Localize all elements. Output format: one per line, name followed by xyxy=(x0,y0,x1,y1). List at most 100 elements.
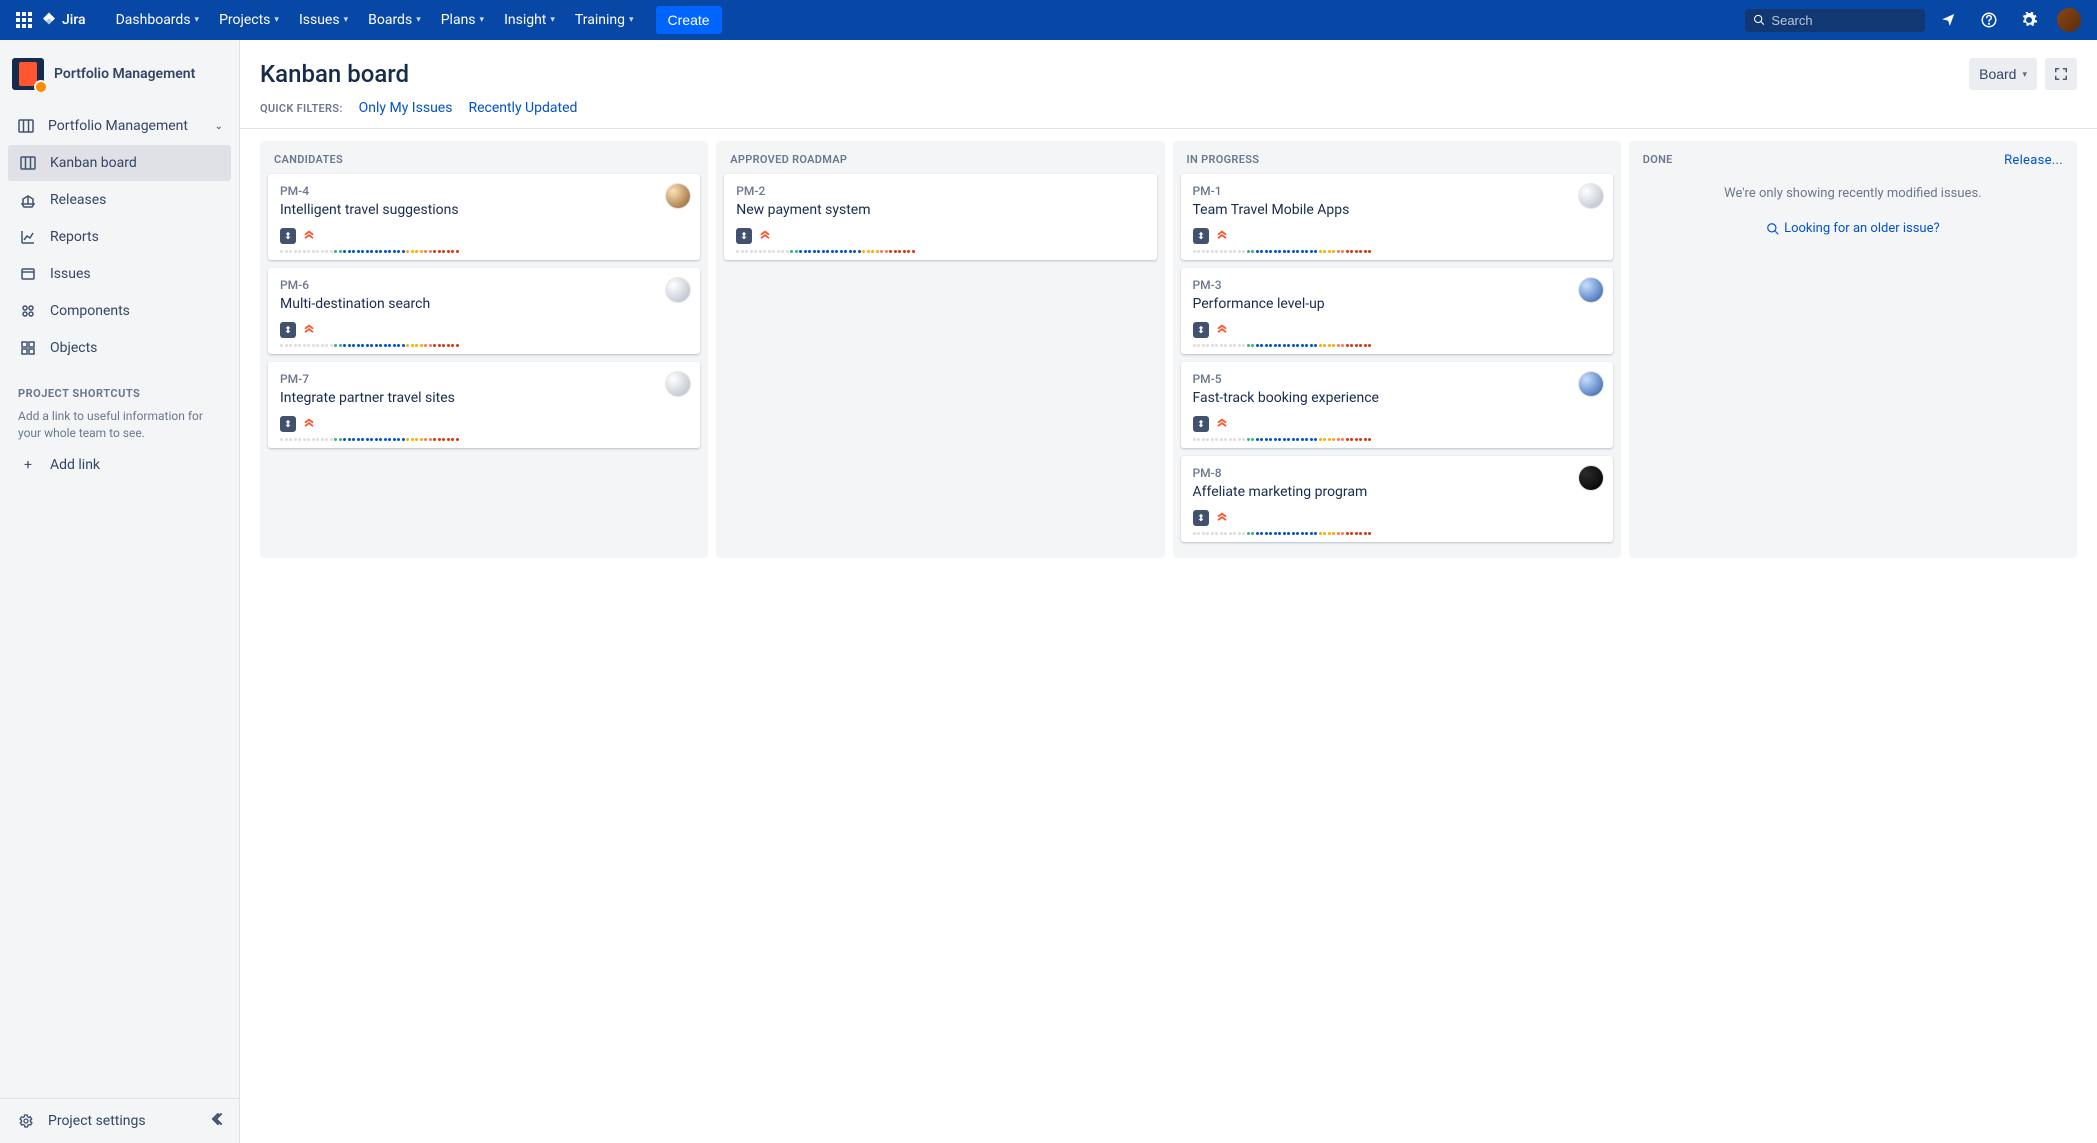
progress-bar xyxy=(280,438,688,442)
nav-item-label: Boards xyxy=(368,12,412,28)
sidebar-item-components[interactable]: Components xyxy=(8,293,231,329)
avatar-icon xyxy=(2057,8,2081,32)
card-key: PM-1 xyxy=(1193,184,1601,198)
card-key: PM-2 xyxy=(736,184,1144,198)
sidebar-item-reports[interactable]: Reports xyxy=(8,219,231,255)
card-key: PM-3 xyxy=(1193,278,1601,292)
progress-bar xyxy=(280,344,688,348)
quick-filter-recently-updated[interactable]: Recently Updated xyxy=(468,100,577,116)
topnav-right xyxy=(1745,4,2085,36)
help-icon[interactable] xyxy=(1973,4,2005,36)
older-issue-link[interactable]: Looking for an older issue? xyxy=(1766,221,1940,236)
project-icon xyxy=(12,58,44,90)
shortcuts-description: Add a link to useful information for you… xyxy=(8,404,231,446)
priority-highest-icon xyxy=(302,229,316,243)
fullscreen-button[interactable] xyxy=(2045,58,2077,90)
project-header[interactable]: Portfolio Management xyxy=(0,58,239,104)
column-candidates: CANDIDATES PM-4 Intelligent travel sugge… xyxy=(260,141,708,558)
card-title: Integrate partner travel sites xyxy=(280,390,688,406)
kanban-card[interactable]: PM-8 Affeliate marketing program xyxy=(1181,456,1613,542)
card-title: New payment system xyxy=(736,202,1144,218)
kanban-card[interactable]: PM-3 Performance level-up xyxy=(1181,268,1613,354)
progress-bar xyxy=(1193,250,1601,254)
kanban-card[interactable]: PM-1 Team Travel Mobile Apps xyxy=(1181,174,1613,260)
board-dropdown-button[interactable]: Board ▾ xyxy=(1969,58,2037,90)
nav-item-issues[interactable]: Issues ▾ xyxy=(289,0,358,40)
topnav-left: Jira Dashboards▾Projects▾Issues▾Boards▾P… xyxy=(12,0,722,40)
issue-type-epic-icon xyxy=(280,322,296,338)
nav-item-training[interactable]: Training ▾ xyxy=(565,0,644,40)
sidebar-item-label: Components xyxy=(50,303,130,319)
chevron-down-icon: ▾ xyxy=(195,15,200,25)
card-key: PM-5 xyxy=(1193,372,1601,386)
priority-highest-icon xyxy=(302,417,316,431)
progress-bar xyxy=(1193,438,1601,442)
nav-item-label: Dashboards xyxy=(116,12,191,28)
sidebar-item-objects[interactable]: Objects xyxy=(8,330,231,366)
search-icon xyxy=(1753,13,1765,27)
sidebar-item-label: Kanban board xyxy=(50,155,137,171)
nav-item-plans[interactable]: Plans▾ xyxy=(431,0,494,40)
quick-filters-label: QUICK FILTERS: xyxy=(260,102,343,115)
settings-icon[interactable] xyxy=(2013,4,2045,36)
kanban-card[interactable]: PM-7 Integrate partner travel sites xyxy=(268,362,700,448)
breadcrumb-label: Portfolio Management xyxy=(48,118,188,134)
chevron-down-icon: ▾ xyxy=(629,15,634,25)
search-container[interactable] xyxy=(1745,9,1925,32)
priority-highest-icon xyxy=(302,323,316,337)
assignee-avatar[interactable] xyxy=(1579,372,1603,396)
fullscreen-icon xyxy=(2054,67,2068,81)
kanban-card[interactable]: PM-6 Multi-destination search xyxy=(268,268,700,354)
component-icon xyxy=(18,301,38,321)
sidebar-item-label: Issues xyxy=(50,266,91,282)
kanban-board: CANDIDATES PM-4 Intelligent travel sugge… xyxy=(260,141,2077,558)
create-button[interactable]: Create xyxy=(656,6,722,34)
nav-item-projects[interactable]: Projects▾ xyxy=(209,0,289,40)
assignee-avatar[interactable] xyxy=(1579,184,1603,208)
card-title: Multi-destination search xyxy=(280,296,688,312)
project-settings-link[interactable]: Project settings xyxy=(0,1099,199,1143)
chevron-down-icon: ▾ xyxy=(344,15,349,25)
app-switcher-icon[interactable] xyxy=(12,8,36,32)
sidebar-item-issues[interactable]: Issues xyxy=(8,256,231,292)
profile-avatar[interactable] xyxy=(2053,4,2085,36)
quick-filter-only-my-issues[interactable]: Only My Issues xyxy=(359,100,453,116)
kanban-card[interactable]: PM-2 New payment system xyxy=(724,174,1156,260)
nav-item-dashboards[interactable]: Dashboards ▾ xyxy=(106,0,209,40)
release-link[interactable]: Release... xyxy=(2004,153,2063,168)
kanban-card[interactable]: PM-4 Intelligent travel suggestions xyxy=(268,174,700,260)
feedback-icon[interactable] xyxy=(1933,4,1965,36)
sidebar-breadcrumb[interactable]: Portfolio Management ⌄ xyxy=(8,108,231,144)
priority-highest-icon xyxy=(758,229,772,243)
kanban-card[interactable]: PM-5 Fast-track booking experience xyxy=(1181,362,1613,448)
empty-column-message: We're only showing recently modified iss… xyxy=(1637,176,2069,211)
sidebar-item-kanban-board[interactable]: Kanban board xyxy=(8,145,231,181)
card-title: Performance level-up xyxy=(1193,296,1601,312)
board-icon xyxy=(16,116,36,136)
collapse-sidebar-icon[interactable] xyxy=(199,1099,239,1143)
logo-text: Jira xyxy=(62,12,86,28)
progress-bar xyxy=(280,250,688,254)
assignee-avatar[interactable] xyxy=(1579,278,1603,302)
nav-item-label: Training xyxy=(575,12,625,28)
column-done: DONERelease...We're only showing recentl… xyxy=(1629,141,2077,558)
assignee-avatar[interactable] xyxy=(1579,466,1603,490)
progress-bar xyxy=(1193,532,1601,536)
nav-item-insight[interactable]: Insight▾ xyxy=(494,0,565,40)
board-button-label: Board xyxy=(1979,66,2016,82)
sidebar-item-label: Reports xyxy=(50,229,99,245)
chevron-down-icon: ⌄ xyxy=(215,121,223,132)
nav-item-label: Plans xyxy=(441,12,476,28)
nav-item-label: Issues xyxy=(299,12,340,28)
card-title: Affeliate marketing program xyxy=(1193,484,1601,500)
card-key: PM-7 xyxy=(280,372,688,386)
card-title: Intelligent travel suggestions xyxy=(280,202,688,218)
jira-logo[interactable]: Jira xyxy=(40,11,86,29)
add-link-button[interactable]: + Add link xyxy=(8,447,231,483)
progress-bar xyxy=(1193,344,1601,348)
search-input[interactable] xyxy=(1771,13,1917,28)
nav-item-boards[interactable]: Boards▾ xyxy=(358,0,431,40)
sidebar-item-releases[interactable]: Releases xyxy=(8,182,231,218)
priority-highest-icon xyxy=(1215,417,1229,431)
column-title: IN PROGRESS xyxy=(1187,153,1260,166)
